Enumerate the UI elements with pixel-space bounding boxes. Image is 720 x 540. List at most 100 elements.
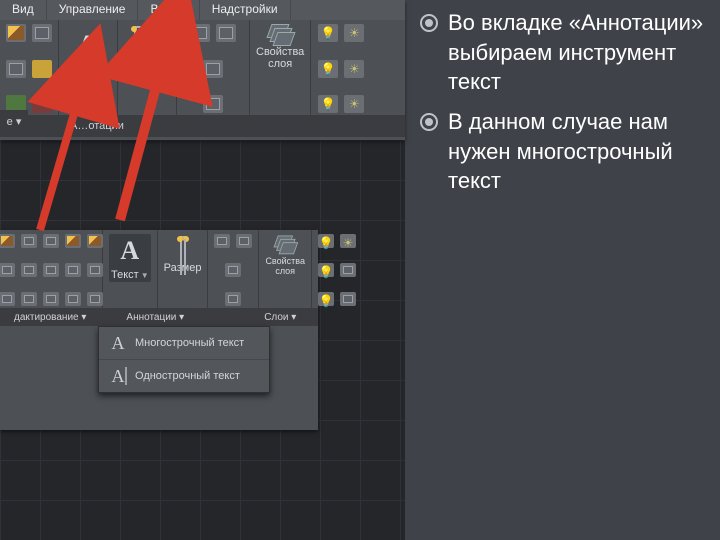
i5-icon[interactable] bbox=[87, 263, 103, 277]
ribbon-small: A Текст▼ Размер Свойства слоя bbox=[0, 230, 318, 308]
menu-bar: Вид Управление Вывод Надстройки bbox=[0, 0, 405, 20]
layers-icon bbox=[269, 24, 291, 44]
bulb2-icon[interactable] bbox=[318, 60, 338, 78]
misc2-icon[interactable] bbox=[32, 95, 52, 113]
text-button-small[interactable]: A Текст▼ bbox=[109, 234, 151, 282]
copy-icon[interactable] bbox=[0, 263, 15, 277]
field-icon[interactable] bbox=[203, 60, 223, 78]
text-label: Текст bbox=[69, 72, 97, 84]
table-icon[interactable] bbox=[225, 263, 241, 277]
panel-dim-small: Размер bbox=[158, 230, 209, 308]
layer-props-button-small[interactable]: Свойства слоя bbox=[265, 234, 305, 276]
text-icon: A bbox=[114, 235, 146, 267]
rect-icon[interactable] bbox=[32, 24, 52, 42]
panel-text: A Текст▼ bbox=[59, 20, 118, 115]
e2-icon[interactable] bbox=[236, 234, 252, 248]
bullet-marker-icon bbox=[420, 14, 438, 32]
fillet-icon[interactable] bbox=[43, 263, 59, 277]
dimension-icon bbox=[124, 24, 170, 70]
panel-tab-annotations[interactable]: А…отации bbox=[60, 117, 134, 135]
side-fragment[interactable]: е ▾ bbox=[0, 110, 28, 132]
slide-notes: Во вкладке «Аннотации» выбираем инструме… bbox=[420, 8, 704, 206]
field-icon[interactable] bbox=[225, 292, 241, 306]
multiline-text-icon: A bbox=[107, 332, 129, 354]
lock2-icon[interactable] bbox=[340, 292, 356, 306]
bullet-1-text: Во вкладке «Аннотации» выбираем инструме… bbox=[448, 8, 704, 97]
panel-tab-edit[interactable]: дактирование ▾ bbox=[4, 309, 96, 326]
layer-props-label-small: Свойства слоя bbox=[265, 256, 305, 276]
panel-extras bbox=[177, 20, 250, 115]
layers-icon bbox=[276, 236, 295, 253]
hatch-icon[interactable] bbox=[32, 60, 52, 78]
line-icon[interactable] bbox=[6, 24, 26, 42]
dimension-icon bbox=[170, 234, 196, 260]
table-icon[interactable] bbox=[216, 24, 236, 42]
extend-icon[interactable] bbox=[87, 234, 103, 248]
panel-title-bar: А…отации bbox=[0, 115, 405, 137]
dropdown-multiline-label: Многострочный текст bbox=[135, 337, 244, 349]
layer-props-label: Свойства слоя bbox=[256, 46, 304, 70]
panel-draw-small bbox=[0, 230, 103, 308]
scale-icon[interactable] bbox=[21, 292, 37, 306]
text-icon: A bbox=[65, 24, 111, 70]
bulb-icon[interactable] bbox=[318, 234, 334, 248]
panel-tab-anno-full[interactable]: Аннотации ▾ bbox=[116, 309, 194, 326]
bullet-2: В данном случае нам нужен многострочный … bbox=[420, 107, 704, 196]
bullet-1: Во вкладке «Аннотации» выбираем инструме… bbox=[420, 8, 704, 97]
bullet-2-text: В данном случае нам нужен многострочный … bbox=[448, 107, 704, 196]
chevron-down-icon: ▼ bbox=[141, 271, 149, 280]
stretch-icon[interactable] bbox=[0, 292, 15, 306]
move-icon[interactable] bbox=[21, 234, 37, 248]
panel-tab-layers[interactable]: Слои ▾ bbox=[254, 309, 306, 326]
dimension-label: Разм… bbox=[129, 72, 166, 84]
line-icon[interactable] bbox=[0, 234, 15, 248]
rotate-icon[interactable] bbox=[43, 234, 59, 248]
freeze3-icon[interactable] bbox=[344, 95, 364, 113]
dropdown-multiline[interactable]: A Многострочный текст bbox=[99, 327, 269, 360]
copy-icon[interactable] bbox=[6, 60, 26, 78]
trim-icon[interactable] bbox=[65, 234, 81, 248]
singleline-text-icon: A bbox=[107, 365, 129, 387]
bulb3-icon[interactable] bbox=[318, 292, 334, 306]
panel-extras-small bbox=[208, 230, 259, 308]
dimension-button[interactable]: Разм… bbox=[124, 24, 170, 84]
panel-dimension: Разм… bbox=[118, 20, 177, 115]
array-icon[interactable] bbox=[43, 292, 59, 306]
leader-icon[interactable] bbox=[190, 24, 210, 42]
dimension-button-small[interactable]: Размер bbox=[164, 234, 202, 274]
i9-icon[interactable] bbox=[87, 292, 103, 306]
lock-icon[interactable] bbox=[340, 263, 356, 277]
menu-upravlenie[interactable]: Управление bbox=[47, 0, 139, 20]
panel-draw bbox=[0, 20, 59, 115]
panel-layer-toggles bbox=[311, 20, 371, 115]
mirror-icon[interactable] bbox=[21, 263, 37, 277]
bulb2-icon[interactable] bbox=[318, 263, 334, 277]
screenshot-ribbon-large: Вид Управление Вывод Надстройки A Текст▼… bbox=[0, 0, 405, 140]
i4-icon[interactable] bbox=[65, 263, 81, 277]
menu-nadstroyki[interactable]: Надстройки bbox=[200, 0, 291, 20]
freeze2-icon[interactable] bbox=[344, 60, 364, 78]
bulb-icon[interactable] bbox=[318, 24, 338, 42]
panel-title-bar-small: дактирование ▾ Аннотации ▾ Слои ▾ bbox=[0, 308, 318, 326]
i8-icon[interactable] bbox=[65, 292, 81, 306]
text-dropdown: A Многострочный текст A Однострочный тек… bbox=[98, 326, 270, 393]
chevron-down-icon: ▼ bbox=[99, 74, 107, 83]
ribbon: A Текст▼ Разм… Свойства слоя bbox=[0, 20, 405, 115]
menu-vid[interactable]: Вид bbox=[0, 0, 47, 20]
bullet-marker-icon bbox=[420, 113, 438, 131]
screenshot-ribbon-small: A Текст▼ Размер Свойства слоя bbox=[0, 230, 318, 430]
panel-text-small: A Текст▼ bbox=[103, 230, 158, 308]
menu-vyvod[interactable]: Вывод bbox=[138, 0, 199, 20]
text-button[interactable]: A Текст▼ bbox=[65, 24, 111, 84]
dropdown-singleline-label: Однострочный текст bbox=[135, 370, 240, 382]
bulb3-icon[interactable] bbox=[318, 95, 338, 113]
freeze-icon[interactable] bbox=[344, 24, 364, 42]
dimension-label-small: Размер bbox=[164, 262, 202, 274]
wipe-icon[interactable] bbox=[203, 95, 223, 113]
layer-props-button[interactable]: Свойства слоя bbox=[256, 24, 304, 70]
dropdown-singleline[interactable]: A Однострочный текст bbox=[99, 360, 269, 392]
leader-icon[interactable] bbox=[214, 234, 230, 248]
panel-layer-toggles-small bbox=[312, 230, 362, 308]
panel-layers: Свойства слоя bbox=[250, 20, 311, 115]
freeze-icon[interactable] bbox=[340, 234, 356, 248]
